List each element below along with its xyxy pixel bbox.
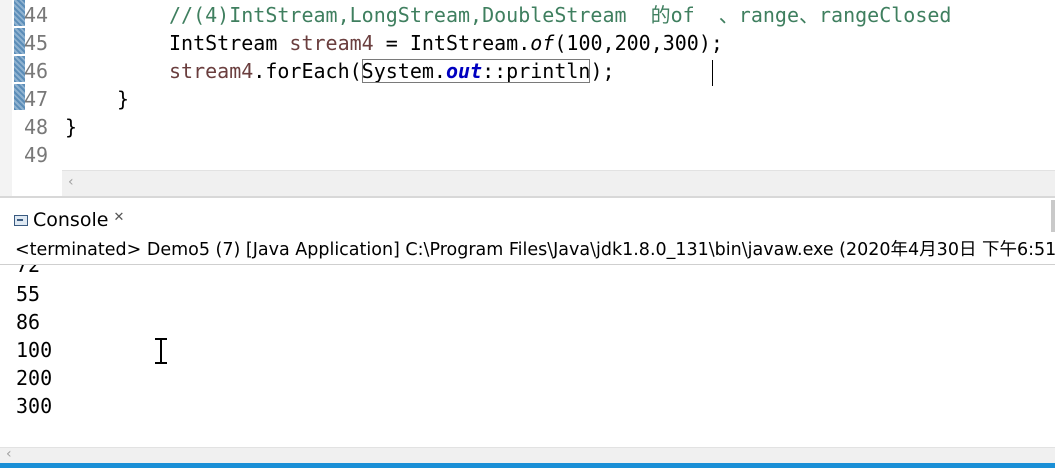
- line-number-gutter: 44 45 46 47 48 49: [0, 0, 62, 170]
- method-reference: ::println: [482, 59, 591, 83]
- code-line-brace: }: [65, 115, 78, 139]
- bracket-match-highlight: System.out::println: [361, 59, 591, 83]
- scroll-left-arrow-icon[interactable]: ‹: [6, 446, 12, 462]
- line-number: 47: [24, 87, 49, 111]
- output-line: 55: [16, 282, 41, 306]
- tab-console[interactable]: Console ✕: [14, 207, 124, 233]
- code-area[interactable]: //(4)IntStream,LongStream,DoubleStream 的…: [64, 0, 1054, 170]
- process-description: <terminated> Demo5 (7) [Java Application…: [15, 240, 1055, 260]
- code-line-foreach: stream4.forEach(System.out::println);: [169, 57, 615, 85]
- output-line: 72: [16, 265, 41, 277]
- output-line: 86: [16, 310, 41, 334]
- local-variable: stream4: [289, 31, 374, 55]
- code-text: = IntStream.: [373, 31, 531, 55]
- window-bottom-accent: [0, 463, 1055, 468]
- code-line-brace: }: [117, 87, 130, 111]
- code-line-declaration: IntStream stream4 = IntStream.of(100,200…: [169, 29, 723, 57]
- scroll-left-arrow-icon[interactable]: ‹: [68, 174, 74, 190]
- line-number: 49: [24, 143, 49, 167]
- console-output[interactable]: 72 55 86 100 200 300: [0, 265, 1055, 447]
- code-editor[interactable]: 44 45 46 47 48 49 //(4)IntStream,LongStr…: [0, 0, 1055, 198]
- tab-console-label: Console: [33, 209, 109, 231]
- output-line: 300: [16, 394, 53, 418]
- console-toolbar-edge: [1051, 200, 1055, 232]
- output-line: 200: [16, 366, 53, 390]
- console-process-header: <terminated> Demo5 (7) [Java Application…: [0, 236, 1055, 265]
- code-text: );: [590, 59, 615, 83]
- divider: [0, 196, 1055, 198]
- line-number: 45: [24, 31, 49, 55]
- close-icon[interactable]: ✕: [113, 210, 124, 225]
- static-method: of: [530, 31, 555, 55]
- eclipse-window: 44 45 46 47 48 49 //(4)IntStream,LongStr…: [0, 0, 1055, 468]
- local-variable: stream4: [169, 59, 254, 83]
- line-number: 44: [24, 3, 49, 27]
- console-tab-bar: Console ✕: [0, 200, 1055, 236]
- output-line: 100: [16, 338, 53, 362]
- type-name: IntStream: [169, 31, 290, 55]
- code-text: .forEach(: [253, 59, 362, 83]
- line-number: 46: [24, 59, 49, 83]
- console-icon: [14, 214, 28, 226]
- ibeam-cursor-icon: [155, 338, 167, 364]
- class-name: System.: [361, 59, 446, 83]
- console-horizontal-scrollbar[interactable]: ‹: [0, 446, 1055, 464]
- line-number: 48: [24, 115, 49, 139]
- code-line-comment: //(4)IntStream,LongStream,DoubleStream 的…: [169, 3, 952, 27]
- code-text: (100,200,300);: [554, 31, 723, 55]
- static-field: out: [445, 59, 483, 83]
- text-caret: [712, 60, 713, 86]
- editor-horizontal-scrollbar[interactable]: ‹: [62, 170, 1055, 196]
